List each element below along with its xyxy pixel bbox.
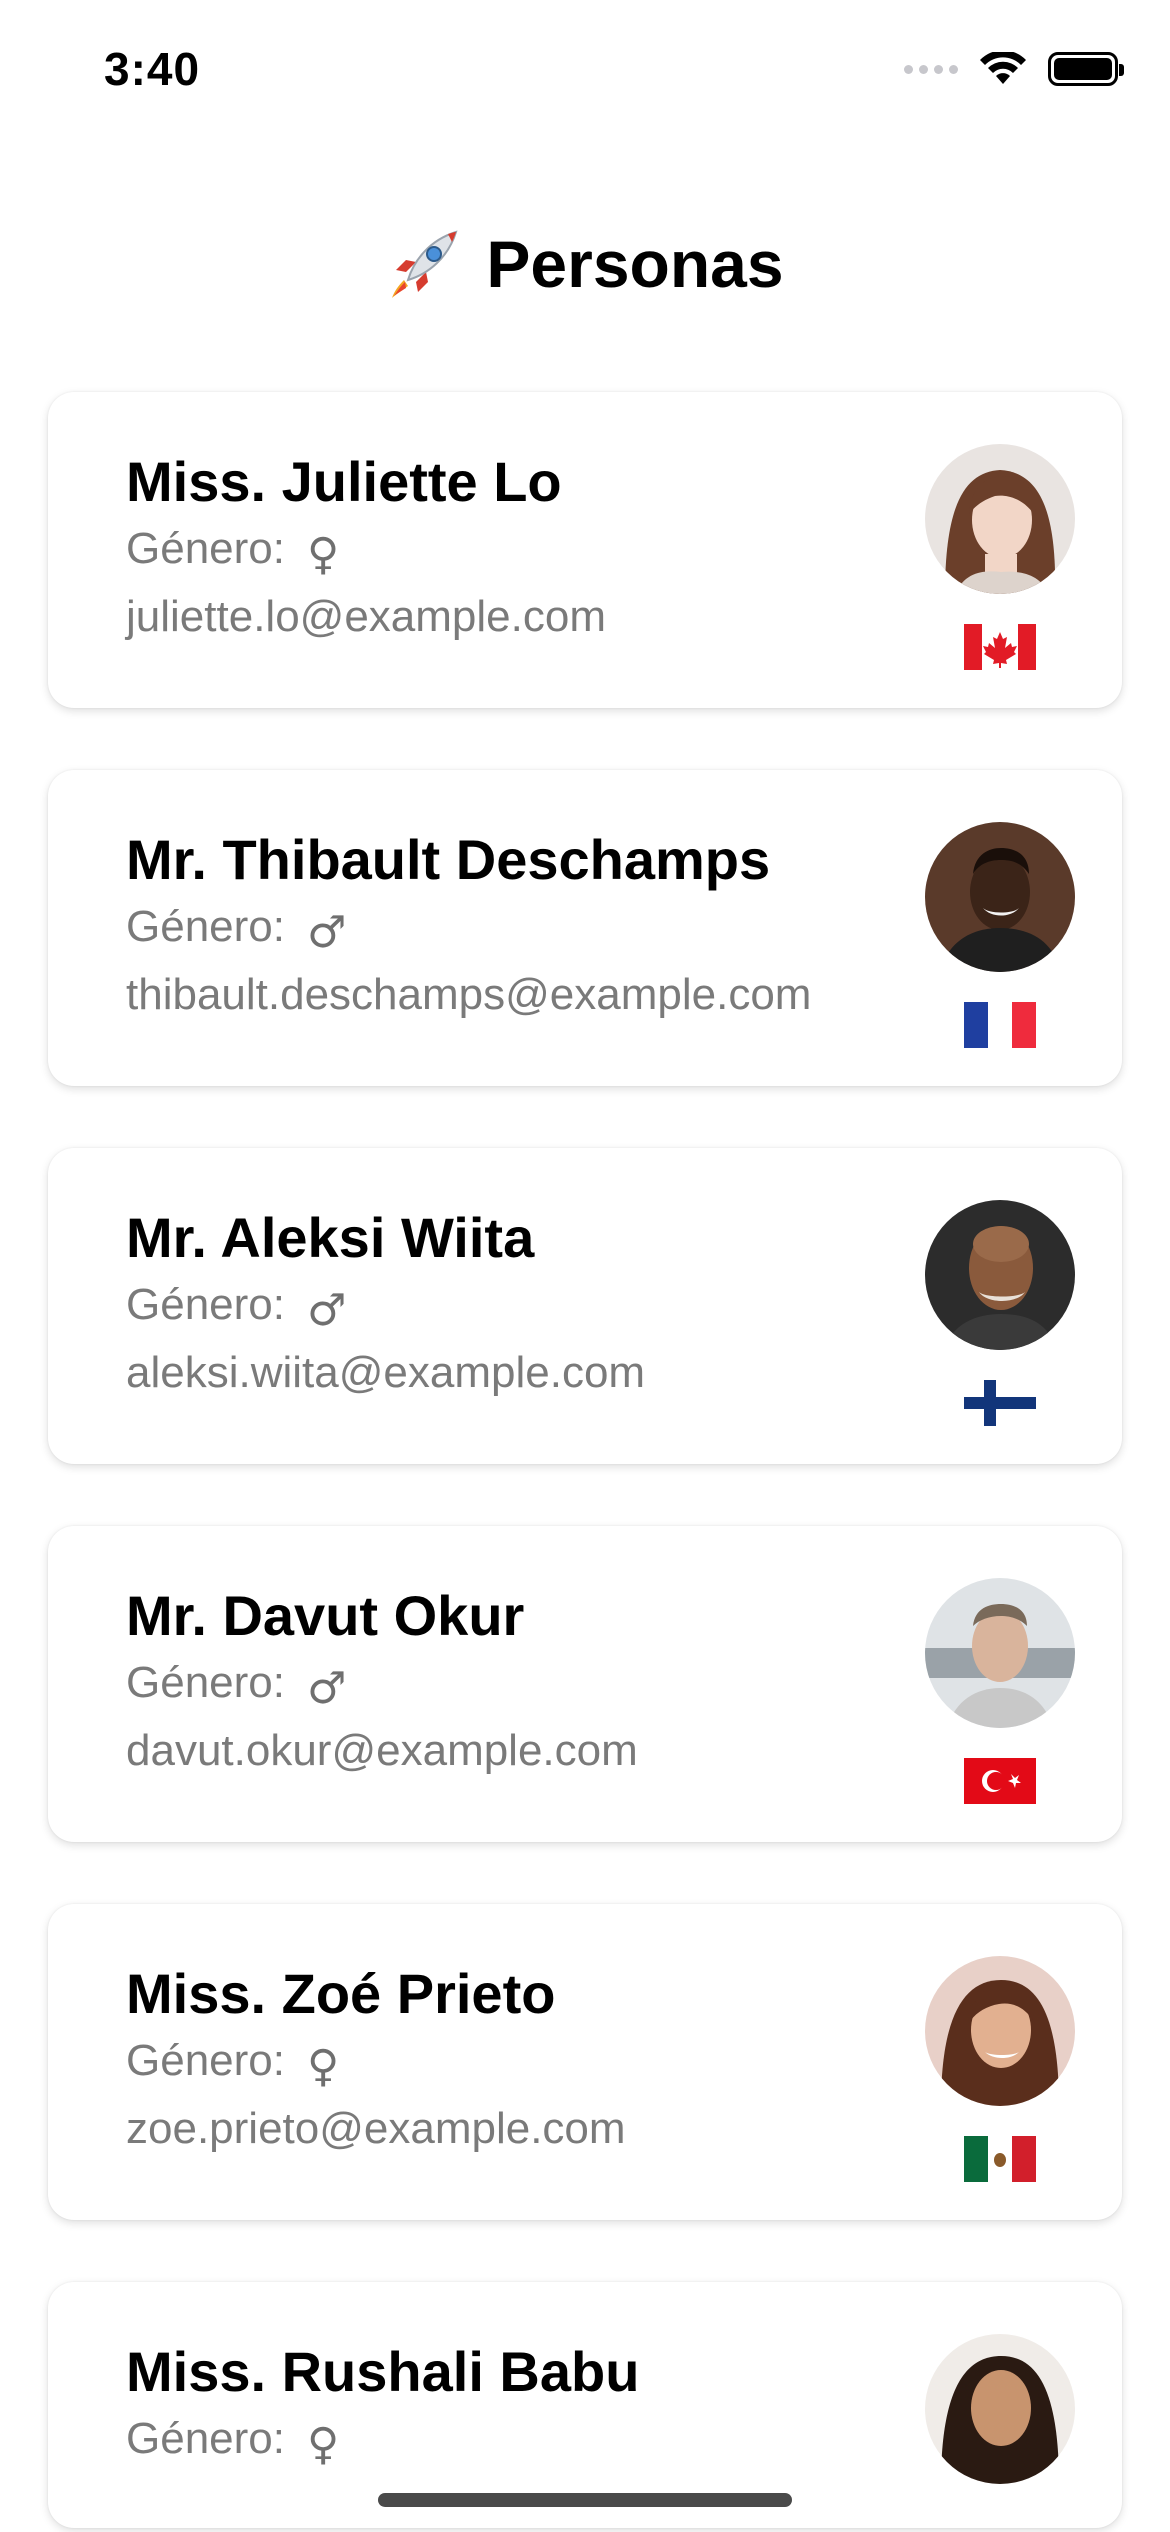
mexico-flag-icon — [964, 2136, 1036, 2182]
status-time: 3:40 — [104, 43, 201, 95]
person-gender: Género: ♂ — [126, 894, 892, 960]
male-icon: ♂ — [306, 1285, 347, 1336]
status-icons — [904, 52, 1124, 86]
person-card[interactable]: Miss. Juliette Lo Género: ♀ juliette.lo@… — [48, 392, 1122, 708]
person-gender: Género: ♀ — [126, 2406, 892, 2472]
person-email: thibault.deschamps@example.com — [126, 970, 812, 1019]
avatar — [925, 1200, 1075, 1350]
person-email: davut.okur@example.com — [126, 1726, 638, 1775]
person-side — [924, 1200, 1076, 1426]
person-gender: Género: ♂ — [126, 1272, 892, 1338]
person-list[interactable]: Miss. Juliette Lo Género: ♀ juliette.lo@… — [48, 392, 1122, 2532]
avatar — [925, 822, 1075, 972]
person-email: aleksi.wiita@example.com — [126, 1348, 646, 1397]
female-icon: ♀ — [306, 2419, 340, 2470]
person-card[interactable]: Miss. Rushali Babu Género: ♀ — [48, 2282, 1122, 2528]
battery-icon — [1048, 52, 1124, 86]
canada-flag-icon — [964, 624, 1036, 670]
avatar — [925, 1956, 1075, 2106]
person-name: Mr. Davut Okur — [126, 1584, 525, 1647]
person-side — [924, 2334, 1076, 2484]
person-card[interactable]: Miss. Zoé Prieto Género: ♀ zoe.prieto@ex… — [48, 1904, 1122, 2220]
female-icon: ♀ — [306, 2041, 340, 2092]
person-gender: Género: ♀ — [126, 2028, 892, 2094]
gender-label: Género: — [126, 902, 285, 951]
person-card[interactable]: Mr. Aleksi Wiita Género: ♂ aleksi.wiita@… — [48, 1148, 1122, 1464]
female-icon: ♀ — [306, 529, 340, 580]
person-side — [924, 822, 1076, 1048]
gender-label: Género: — [126, 1280, 285, 1329]
screen: 3:40 Personas Miss. Juliette Lo Género: … — [0, 0, 1170, 2532]
person-name: Miss. Zoé Prieto — [126, 1962, 556, 2025]
person-side — [924, 1578, 1076, 1804]
avatar — [925, 1578, 1075, 1728]
avatar — [925, 444, 1075, 594]
page-title-text: Personas — [486, 227, 784, 301]
person-email: juliette.lo@example.com — [126, 592, 606, 641]
person-name: Miss. Rushali Babu — [126, 2340, 640, 2403]
gender-label: Género: — [126, 2036, 285, 2085]
finland-flag-icon — [964, 1380, 1036, 1426]
person-name: Mr. Thibault Deschamps — [126, 828, 771, 891]
wifi-icon — [980, 52, 1026, 84]
person-card[interactable]: Mr. Davut Okur Género: ♂ davut.okur@exam… — [48, 1526, 1122, 1842]
page-title: Personas — [0, 226, 1170, 302]
status-bar: 3:40 — [0, 0, 1170, 150]
gender-label: Género: — [126, 1658, 285, 1707]
person-side — [924, 444, 1076, 670]
person-side — [924, 1956, 1076, 2182]
male-icon: ♂ — [306, 907, 347, 958]
france-flag-icon — [964, 1002, 1036, 1048]
turkey-flag-icon — [964, 1758, 1036, 1804]
person-card[interactable]: Mr. Thibault Deschamps Género: ♂ thibaul… — [48, 770, 1122, 1086]
person-gender: Género: ♂ — [126, 1650, 892, 1716]
avatar — [925, 2334, 1075, 2484]
gender-label: Género: — [126, 524, 285, 573]
person-gender: Género: ♀ — [126, 516, 892, 582]
male-icon: ♂ — [306, 1663, 347, 1714]
home-indicator[interactable] — [378, 2493, 792, 2507]
person-name: Miss. Juliette Lo — [126, 450, 562, 513]
rocket-icon — [392, 230, 458, 298]
person-name: Mr. Aleksi Wiita — [126, 1206, 535, 1269]
cellular-signal-icon — [904, 64, 958, 74]
gender-label: Género: — [126, 2414, 285, 2463]
person-email: zoe.prieto@example.com — [126, 2104, 626, 2153]
